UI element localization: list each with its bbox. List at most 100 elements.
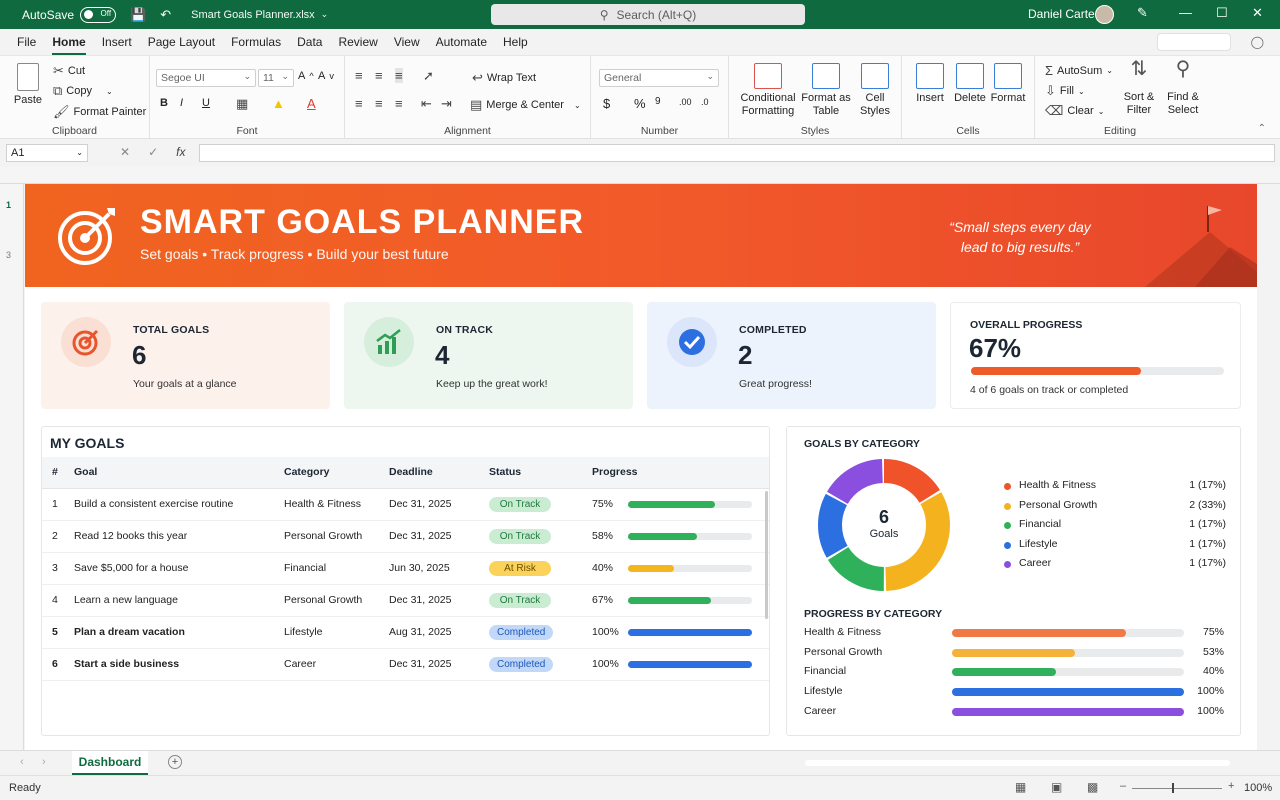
status-badge[interactable]: On Track xyxy=(489,592,551,608)
menu-home[interactable]: Home xyxy=(44,35,93,55)
menu-formulas[interactable]: Formulas xyxy=(223,35,289,49)
increase-indent-button[interactable]: ⇥ xyxy=(441,96,452,112)
zoom-out-icon[interactable]: – xyxy=(1120,780,1126,792)
fill-button[interactable]: ⇩ Fill ⌄ xyxy=(1045,83,1085,99)
tab-dashboard[interactable]: Dashboard xyxy=(72,751,148,775)
find-select-button[interactable]: ⚲ Find & Select xyxy=(1163,59,1203,117)
cell-styles-button[interactable]: Cell Styles xyxy=(855,63,895,118)
font-color-button[interactable]: A xyxy=(307,96,316,111)
legend-item[interactable]: Lifestyle 1 (17%) xyxy=(1004,538,1226,558)
cancel-icon[interactable]: ✕ xyxy=(120,145,130,159)
bottom-align-button[interactable]: ≡ xyxy=(395,68,403,83)
next-sheet-icon[interactable]: › xyxy=(42,756,46,768)
bold-button[interactable]: B xyxy=(160,97,168,109)
goal-category[interactable]: Financial xyxy=(284,552,389,585)
decrease-decimal-button[interactable]: .0 xyxy=(701,97,709,107)
legend-item[interactable]: Health & Fitness 1 (17%) xyxy=(1004,479,1226,499)
grow-font-button[interactable]: A ^ xyxy=(298,70,314,82)
middle-align-button[interactable]: ≡ xyxy=(375,68,383,83)
goal-deadline[interactable]: Dec 31, 2025 xyxy=(389,648,489,681)
goal-deadline[interactable]: Dec 31, 2025 xyxy=(389,584,489,617)
goal-category[interactable]: Lifestyle xyxy=(284,616,389,649)
copy-button[interactable]: ⧉ Copy ⌄ xyxy=(53,83,113,99)
sort-filter-button[interactable]: ⇅ Sort & Filter xyxy=(1119,59,1159,117)
font-size-select[interactable]: 11 ⌄ xyxy=(258,69,294,87)
clear-button[interactable]: ⌫ Clear ⌄ xyxy=(1045,103,1104,119)
menu-data[interactable]: Data xyxy=(289,35,330,49)
legend-item[interactable]: Career 1 (17%) xyxy=(1004,557,1226,577)
percent-button[interactable]: % xyxy=(634,96,646,111)
minimize-icon[interactable]: — xyxy=(1179,5,1192,20)
goal-deadline[interactable]: Dec 31, 2025 xyxy=(389,520,489,553)
autosave-toggle[interactable]: Off xyxy=(80,6,117,23)
column-header-number[interactable]: # xyxy=(42,457,74,489)
align-right-button[interactable]: ≡ xyxy=(395,96,403,111)
goal-name[interactable]: Plan a dream vacation xyxy=(74,616,284,649)
table-row[interactable]: 2 Read 12 books this year Personal Growt… xyxy=(42,520,769,553)
legend-item[interactable]: Personal Growth 2 (33%) xyxy=(1004,499,1226,519)
status-badge[interactable]: At Risk xyxy=(489,560,551,576)
goal-name[interactable]: Learn a new language xyxy=(74,584,284,617)
legend-item[interactable]: Financial 1 (17%) xyxy=(1004,518,1226,538)
top-align-button[interactable]: ≡ xyxy=(355,68,363,83)
save-icon[interactable]: 💾 xyxy=(130,7,146,23)
goal-category[interactable]: Personal Growth xyxy=(284,520,389,553)
conditional-formatting-button[interactable]: Conditional Formatting xyxy=(737,63,799,118)
goal-name[interactable]: Read 12 books this year xyxy=(74,520,284,553)
table-row[interactable]: 4 Learn a new language Personal Growth D… xyxy=(42,584,769,617)
add-sheet-icon[interactable]: + xyxy=(168,755,182,769)
goal-category[interactable]: Personal Growth xyxy=(284,584,389,617)
status-badge[interactable]: Completed xyxy=(489,656,554,672)
maximize-icon[interactable]: ☐ xyxy=(1216,5,1228,21)
table-row[interactable]: 5 Plan a dream vacation Lifestyle Aug 31… xyxy=(42,616,769,649)
status-badge[interactable]: Completed xyxy=(489,624,554,640)
italic-button[interactable]: I xyxy=(180,97,183,109)
column-header-deadline[interactable]: Deadline xyxy=(389,457,489,489)
orientation-button[interactable]: ➚ xyxy=(423,68,434,84)
comments-button[interactable] xyxy=(1156,33,1231,51)
table-row[interactable]: 6 Start a side business Career Dec 31, 2… xyxy=(42,648,769,681)
underline-button[interactable]: U xyxy=(202,97,210,109)
table-row[interactable]: 1 Build a consistent exercise routine He… xyxy=(42,488,769,521)
font-family-select[interactable]: Segoe UI ⌄ xyxy=(156,69,256,87)
row-number[interactable]: 1 xyxy=(6,200,11,210)
file-menu-chevron-icon[interactable]: ⌄ xyxy=(321,9,329,20)
horizontal-scrollbar[interactable] xyxy=(805,760,1230,766)
fill-color-button[interactable]: ▲ xyxy=(272,96,285,111)
insert-function-button[interactable]: fx xyxy=(176,145,185,159)
autosave-control[interactable]: AutoSave Off xyxy=(22,6,117,23)
comma-button[interactable]: 9 xyxy=(655,96,661,107)
format-painter-button[interactable]: 🖌 Format Painter xyxy=(53,104,146,120)
menu-page-layout[interactable]: Page Layout xyxy=(140,35,223,49)
goal-name[interactable]: Save $5,000 for a house xyxy=(74,552,284,585)
page-layout-view-icon[interactable]: ▣ xyxy=(1051,780,1062,794)
close-icon[interactable]: ✕ xyxy=(1252,5,1263,21)
pen-icon[interactable]: ✎ xyxy=(1137,5,1148,21)
autosum-button[interactable]: Σ AutoSum ⌄ xyxy=(1045,63,1113,78)
delete-cells-button[interactable]: Delete xyxy=(952,63,988,105)
prev-sheet-icon[interactable]: ‹ xyxy=(20,756,24,768)
search-box[interactable]: ⚲ Search (Alt+Q) xyxy=(491,4,805,25)
formula-input[interactable] xyxy=(199,144,1275,162)
enter-icon[interactable]: ✓ xyxy=(148,145,158,159)
zoom-level[interactable]: 100% xyxy=(1244,782,1272,794)
number-format-select[interactable]: General ⌄ xyxy=(599,69,719,87)
menu-view[interactable]: View xyxy=(386,35,428,49)
format-cells-button[interactable]: Format xyxy=(990,63,1026,105)
share-icon[interactable]: ◯ xyxy=(1251,35,1264,49)
table-row[interactable]: 3 Save $5,000 for a house Financial Jun … xyxy=(42,552,769,585)
menu-file[interactable]: File xyxy=(9,35,44,49)
currency-button[interactable]: $ xyxy=(603,96,610,111)
zoom-in-icon[interactable]: + xyxy=(1228,780,1234,792)
menu-review[interactable]: Review xyxy=(330,35,385,49)
undo-icon[interactable]: ↶ xyxy=(160,7,171,23)
align-left-button[interactable]: ≡ xyxy=(355,96,363,111)
align-center-button[interactable]: ≡ xyxy=(375,96,383,111)
goal-category[interactable]: Career xyxy=(284,648,389,681)
cut-button[interactable]: ✂ Cut xyxy=(53,63,85,79)
zoom-slider-thumb[interactable] xyxy=(1172,783,1174,793)
column-header-progress[interactable]: Progress xyxy=(592,457,769,489)
column-header-status[interactable]: Status xyxy=(489,457,592,489)
borders-button[interactable]: ▦ xyxy=(236,96,248,112)
goal-category[interactable]: Health & Fitness xyxy=(284,488,389,521)
